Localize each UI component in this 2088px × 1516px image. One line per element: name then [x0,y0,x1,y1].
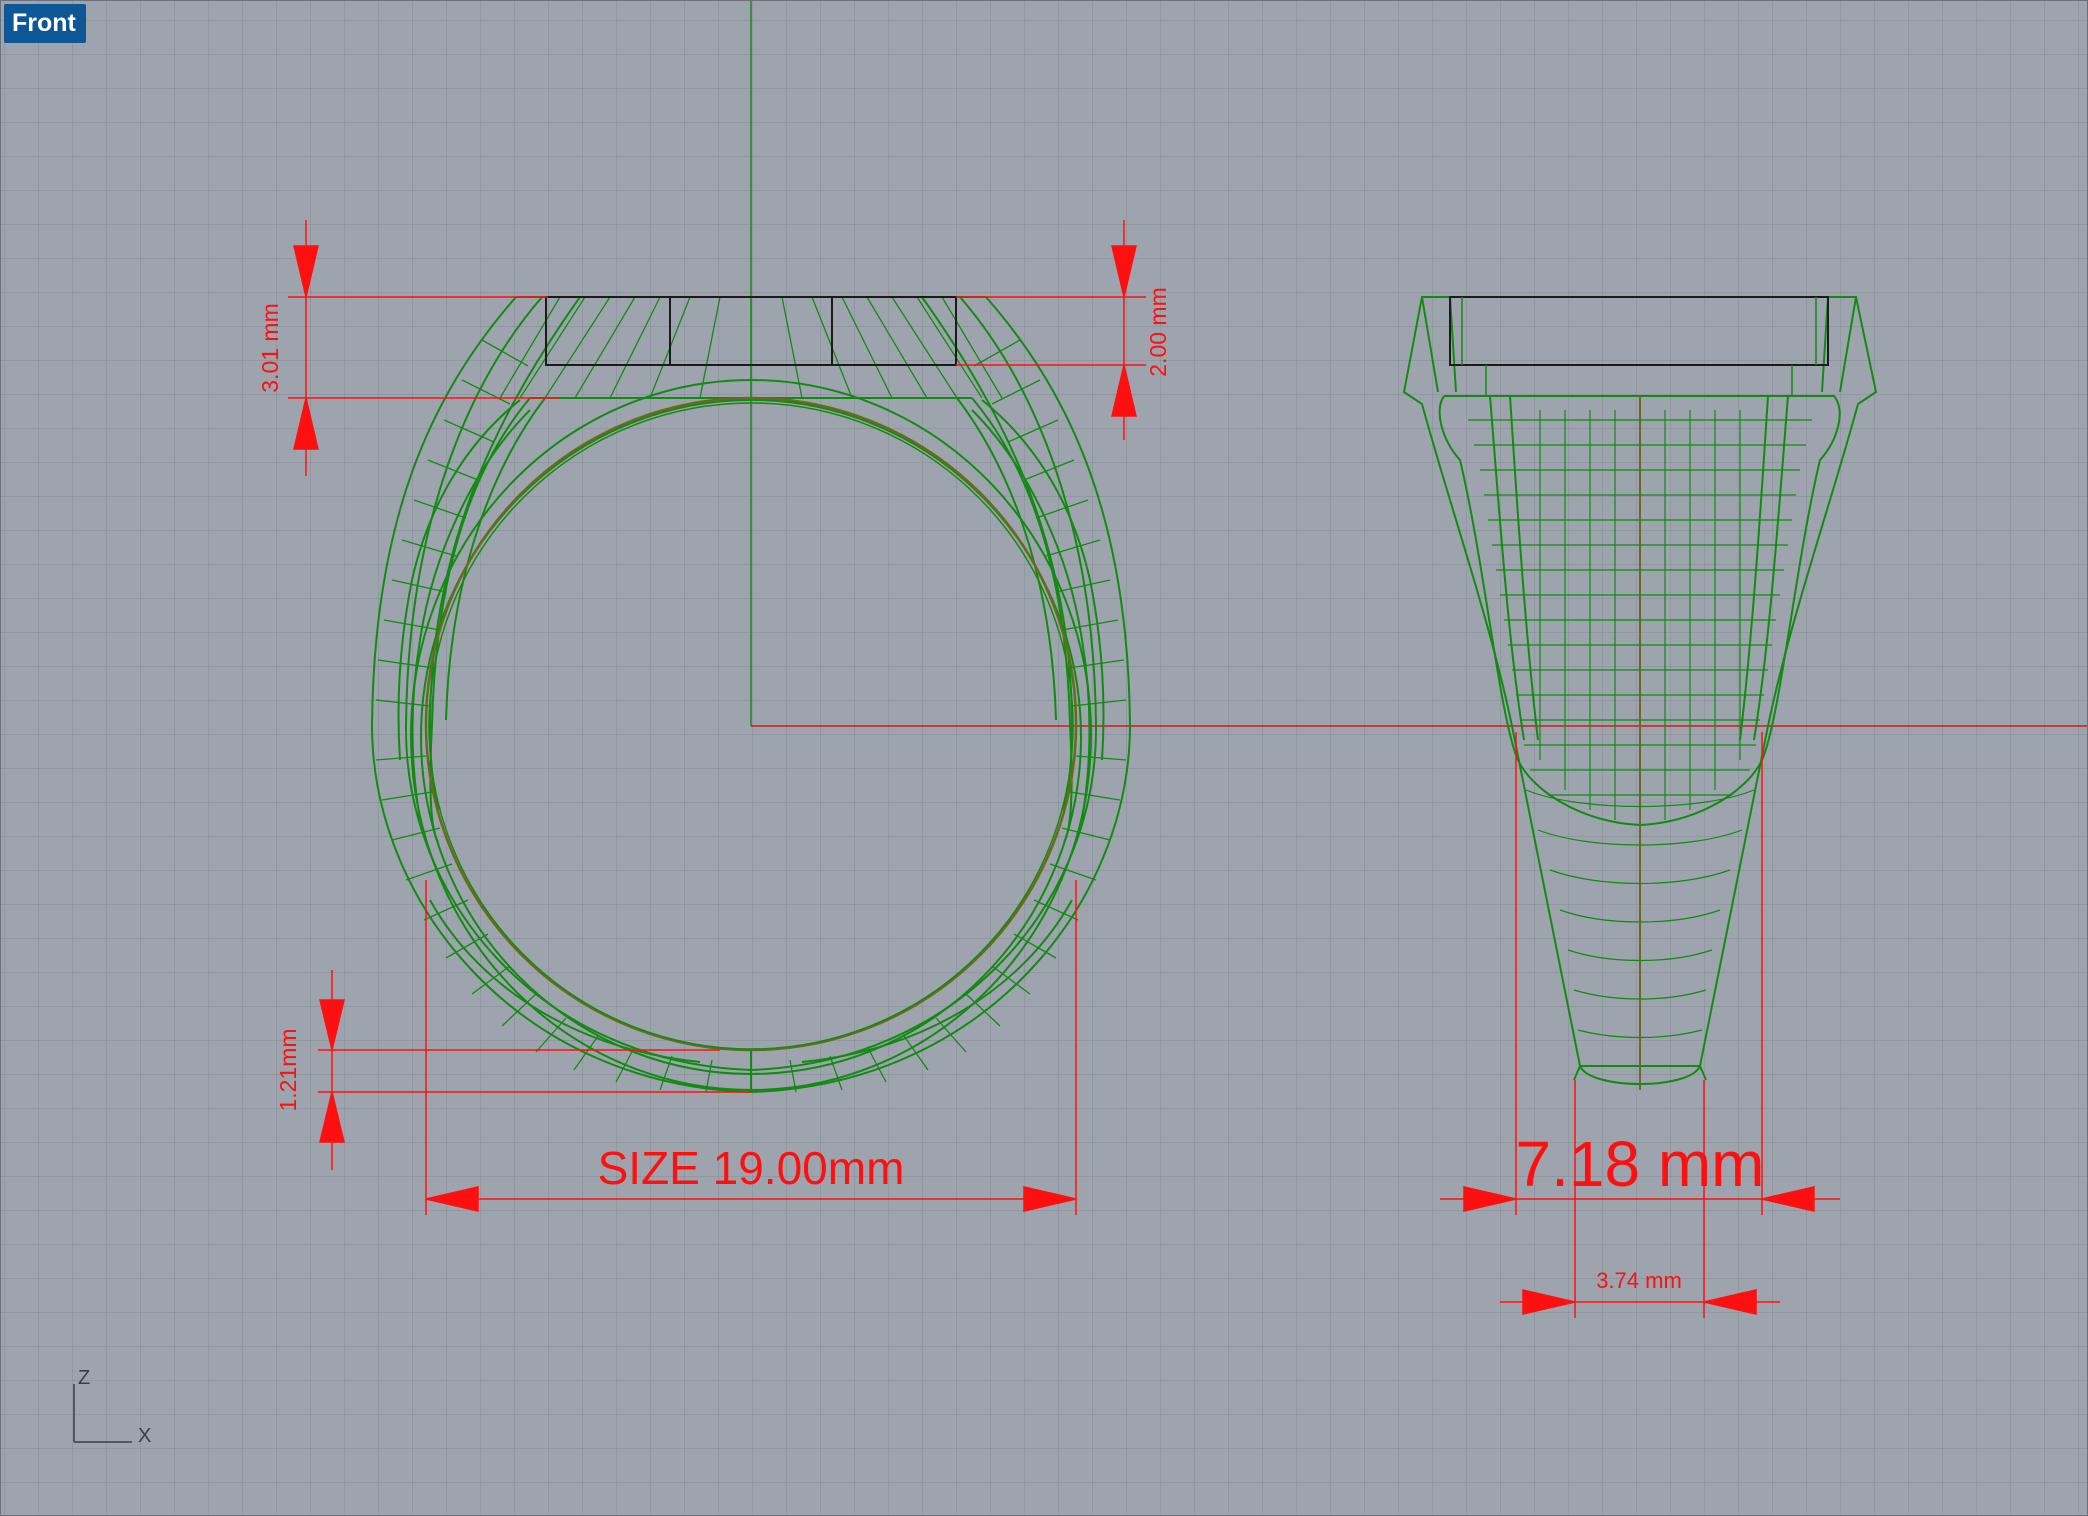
rhino-front-viewport[interactable]: 3.01 mm 2.00 mm 1.21mm SIZE 19.00mm 7.18… [0,0,2088,1516]
axis-label-x: X [138,1425,151,1447]
dimension-labels: 3.01 mm 2.00 mm 1.21mm SIZE 19.00mm 7.18… [257,287,1764,1293]
dim-bottom-width: 3.74 mm [1596,1268,1682,1293]
ring-setting-side [1449,296,1829,366]
axis-label-z: Z [78,1367,90,1389]
viewport-title-tab[interactable]: Front [4,4,86,43]
dim-ring-size: SIZE 19.00mm [598,1142,905,1194]
axis-triad: Z X [73,1367,151,1447]
dim-setting-depth: 2.00 mm [1145,287,1171,376]
ring-side-view [1402,296,1878,1090]
drawing-canvas: 3.01 mm 2.00 mm 1.21mm SIZE 19.00mm 7.18… [73,0,2088,1447]
dim-top-height: 3.01 mm [257,303,283,392]
dim-top-width: 7.18 mm [1516,1128,1765,1200]
dim-bottom-thickness: 1.21mm [275,1028,301,1111]
